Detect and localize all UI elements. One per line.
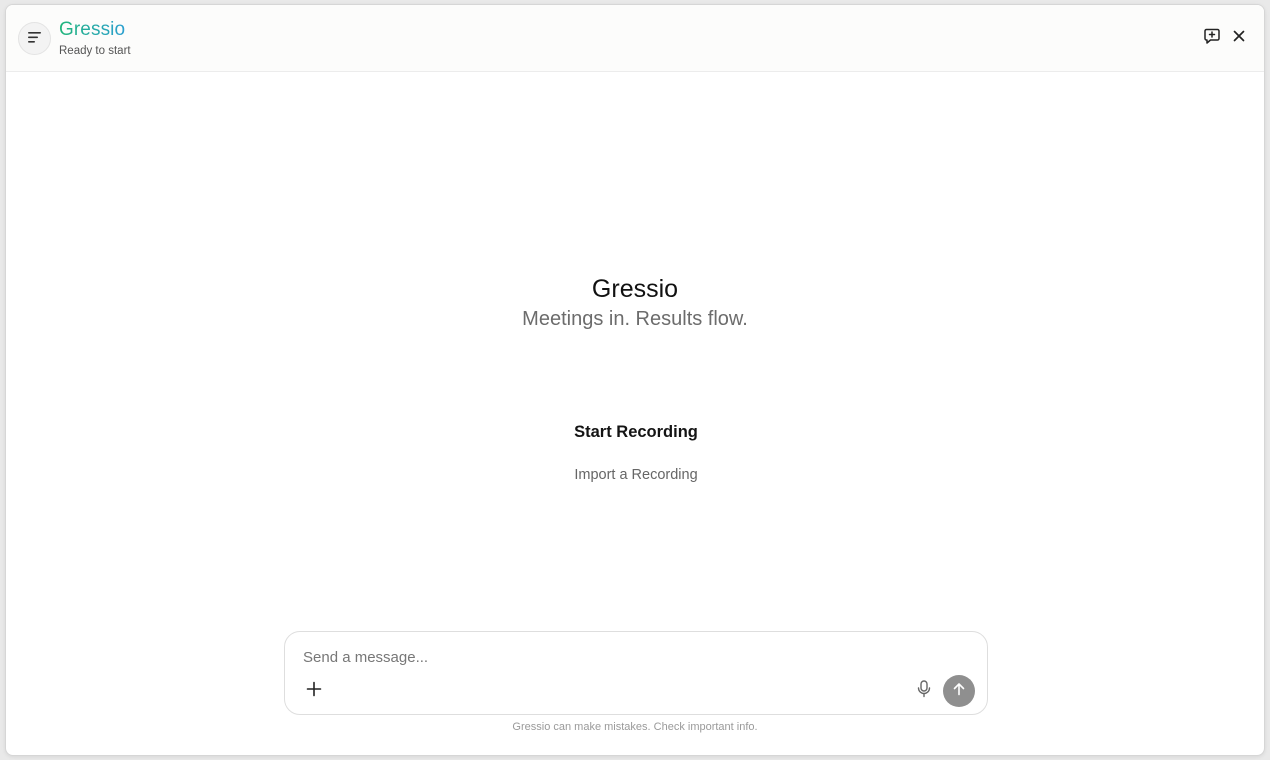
close-button[interactable] <box>1228 27 1250 49</box>
new-chat-icon <box>1203 27 1221 50</box>
menu-icon <box>27 30 42 48</box>
send-button[interactable] <box>943 675 975 707</box>
disclaimer-text: Gressio can make mistakes. Check importa… <box>512 721 758 733</box>
new-chat-button[interactable] <box>1201 27 1223 49</box>
voice-input-button[interactable] <box>913 679 935 703</box>
status-text: Ready to start <box>59 45 131 57</box>
header-bar: Gressio Ready to start <box>6 5 1264 72</box>
attach-button[interactable] <box>303 680 325 702</box>
hero-title: Gressio <box>591 275 679 303</box>
arrow-up-icon <box>952 682 966 701</box>
hero-tagline: Meetings in. Results flow. <box>522 308 748 330</box>
message-composer <box>284 631 988 715</box>
start-recording-button[interactable]: Start Recording <box>536 423 736 442</box>
plus-icon <box>306 681 322 702</box>
microphone-icon <box>917 679 931 703</box>
import-recording-link[interactable]: Import a Recording <box>536 467 736 483</box>
app-window: Gressio Ready to start Gressio Meetings … <box>5 4 1265 756</box>
app-name: Gressio <box>59 19 126 40</box>
menu-button[interactable] <box>18 22 51 55</box>
message-input[interactable] <box>303 646 903 668</box>
close-icon <box>1232 29 1246 48</box>
